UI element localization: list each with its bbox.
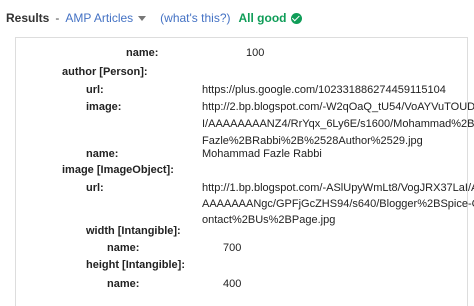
separator: -: [55, 11, 60, 25]
property-value[interactable]: ontact%2BUs%2BPage.jpg: [202, 213, 335, 227]
property-value: 400: [223, 278, 242, 290]
property-key: url:: [86, 84, 104, 96]
property-key: width [Intangible]:: [86, 225, 181, 237]
check-circle-icon: [291, 12, 303, 24]
property-value[interactable]: AAAAAAANgc/GPFjGcZHS94/s640/Blogger%2BSp…: [202, 197, 474, 211]
property-key: name:: [86, 148, 119, 160]
property-key: name:: [126, 47, 159, 59]
results-label: Results: [6, 11, 50, 25]
property-key: image [ImageObject]:: [62, 164, 174, 176]
property-value[interactable]: Fazle%2BRabbi%2B%2528Author%2529.jpg: [202, 134, 423, 148]
property-value[interactable]: http://1.bp.blogspot.com/-ASlUpyWmLt8/Vo…: [202, 181, 474, 195]
property-key: image:: [86, 101, 122, 113]
property-value[interactable]: I/AAAAAAAANZ4/RrYqx_6Ly6E/s1600/Mohammad…: [202, 117, 474, 131]
property-key: author [Person]:: [62, 66, 148, 78]
whats-this-link[interactable]: (what's this?): [160, 11, 230, 25]
property-key: height [Intangible]:: [86, 259, 185, 271]
property-value: Mohammad Fazle Rabbi: [202, 148, 322, 160]
property-key: url:: [86, 182, 104, 194]
property-value[interactable]: http://2.bp.blogspot.com/-W2qOaQ_tU54/Vo…: [202, 100, 474, 114]
property-value[interactable]: https://plus.google.com/1023318862744591…: [202, 83, 446, 97]
status-text: All good: [238, 11, 287, 25]
property-key: name:: [107, 242, 140, 254]
structured-data-panel: name: 100 author [Person]: url: https://…: [15, 37, 474, 306]
property-value: 100: [246, 47, 265, 59]
type-dropdown[interactable]: AMP Articles: [65, 11, 147, 25]
results-toolbar: Results - AMP Articles (what's this?) Al…: [0, 0, 474, 36]
property-key: name:: [107, 278, 140, 290]
property-value: 700: [223, 242, 242, 254]
chevron-down-icon: [138, 16, 147, 21]
type-dropdown-value: AMP Articles: [65, 11, 134, 25]
